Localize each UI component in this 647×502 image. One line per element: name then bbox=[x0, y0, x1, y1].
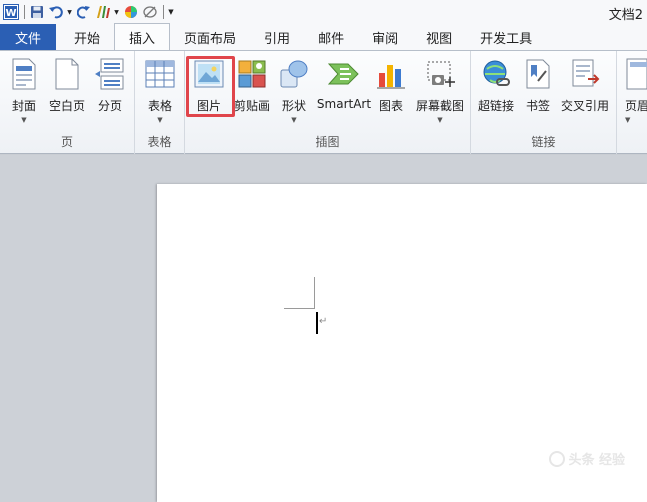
screenshot-icon bbox=[423, 57, 457, 91]
title-bar: W ▼ ▼ ▼ 文档2 bbox=[0, 0, 647, 24]
blank-page-icon bbox=[50, 57, 84, 91]
tab-mailings[interactable]: 邮件 bbox=[304, 24, 358, 50]
color-icon[interactable] bbox=[122, 3, 139, 21]
tab-view[interactable]: 视图 bbox=[412, 24, 466, 50]
svg-text:W: W bbox=[5, 8, 16, 19]
tab-review[interactable]: 审阅 bbox=[358, 24, 412, 50]
window-title: 文档2 bbox=[608, 8, 643, 23]
tab-references[interactable]: 引用 bbox=[250, 24, 304, 50]
shapes-icon bbox=[277, 57, 311, 91]
chevron-down-icon: ▼ bbox=[625, 116, 631, 124]
cover-page-button[interactable]: 封面 ▼ bbox=[6, 55, 42, 125]
tab-insert[interactable]: 插入 bbox=[114, 23, 171, 50]
tab-developer[interactable]: 开发工具 bbox=[466, 24, 546, 50]
format-painter-icon[interactable] bbox=[94, 3, 111, 21]
smartart-icon bbox=[327, 57, 361, 91]
document-area: ↵ 头条 经验 bbox=[0, 155, 647, 502]
tab-home[interactable]: 开始 bbox=[60, 24, 114, 50]
save-icon[interactable] bbox=[28, 3, 45, 21]
paragraph-mark-icon: ↵ bbox=[319, 316, 328, 327]
cover-page-icon bbox=[7, 57, 41, 91]
screenshot-button[interactable]: 屏幕截图 ▼ bbox=[413, 55, 467, 125]
clear-format-icon[interactable] bbox=[141, 3, 158, 21]
group-tables: 表格 ▼ 表格 bbox=[135, 51, 185, 154]
margin-corner-mark bbox=[284, 308, 315, 309]
bookmark-button[interactable]: 书签 bbox=[521, 55, 555, 125]
group-pages: 封面 ▼ 空白页 分页 页 bbox=[0, 51, 135, 154]
smartart-button[interactable]: SmartArt bbox=[317, 55, 371, 125]
customize-qat-icon[interactable]: ▼ bbox=[167, 3, 175, 21]
chart-icon bbox=[374, 57, 408, 91]
word-logo-icon[interactable]: W bbox=[2, 3, 19, 21]
tab-file[interactable]: 文件 bbox=[0, 24, 56, 50]
page-break-button[interactable]: 分页 bbox=[92, 55, 128, 125]
chevron-down-icon: ▼ bbox=[21, 116, 27, 124]
blank-page-button[interactable]: 空白页 bbox=[46, 55, 88, 125]
table-button[interactable]: 表格 ▼ bbox=[142, 55, 178, 125]
ribbon-tabs: 文件 开始 插入 页面布局 引用 邮件 审阅 视图 开发工具 bbox=[0, 23, 647, 50]
document-page[interactable]: ↵ 头条 经验 bbox=[157, 184, 647, 502]
group-label-pages: 页 bbox=[60, 135, 73, 149]
watermark: 头条 经验 bbox=[549, 449, 625, 468]
chevron-down-icon: ▼ bbox=[291, 116, 297, 124]
clipart-icon bbox=[235, 57, 269, 91]
group-label-links: 链接 bbox=[531, 135, 556, 149]
shapes-button[interactable]: 形状 ▼ bbox=[275, 55, 313, 125]
group-links: 超链接 书签 交叉引用 链接 bbox=[471, 51, 617, 154]
clipart-button[interactable]: 剪贴画 bbox=[233, 55, 271, 125]
quick-access-toolbar: W ▼ ▼ ▼ bbox=[0, 0, 177, 24]
format-dropdown-icon[interactable]: ▼ bbox=[113, 3, 120, 21]
page-break-icon bbox=[93, 57, 127, 91]
header-icon bbox=[625, 57, 647, 91]
chevron-down-icon: ▼ bbox=[437, 116, 443, 124]
bookmark-icon bbox=[521, 57, 555, 91]
text-cursor bbox=[316, 312, 318, 334]
picture-highlight-box bbox=[186, 56, 235, 117]
table-icon bbox=[143, 57, 177, 91]
group-label-illustrations: 插图 bbox=[315, 135, 340, 149]
group-header-footer: 页眉 ▼ bbox=[617, 51, 647, 154]
watermark-logo-icon bbox=[549, 450, 566, 467]
group-label-tables: 表格 bbox=[147, 135, 172, 149]
redo-icon[interactable] bbox=[75, 3, 92, 21]
undo-dropdown-icon[interactable]: ▼ bbox=[66, 3, 73, 21]
cross-reference-button[interactable]: 交叉引用 bbox=[559, 55, 611, 125]
undo-icon[interactable] bbox=[47, 3, 64, 21]
margin-corner-mark bbox=[314, 277, 315, 308]
hyperlink-button[interactable]: 超链接 bbox=[475, 55, 517, 125]
header-button[interactable]: 页眉 ▼ bbox=[625, 55, 647, 125]
tab-page-layout[interactable]: 页面布局 bbox=[170, 24, 250, 50]
chevron-down-icon: ▼ bbox=[157, 116, 163, 124]
cross-reference-icon bbox=[568, 57, 602, 91]
ribbon: 封面 ▼ 空白页 分页 页 表格 ▼ 表格 图片 剪贴画 形状 ▼ SmartA… bbox=[0, 50, 647, 154]
hyperlink-icon bbox=[479, 57, 513, 91]
chart-button[interactable]: 图表 bbox=[374, 55, 408, 125]
